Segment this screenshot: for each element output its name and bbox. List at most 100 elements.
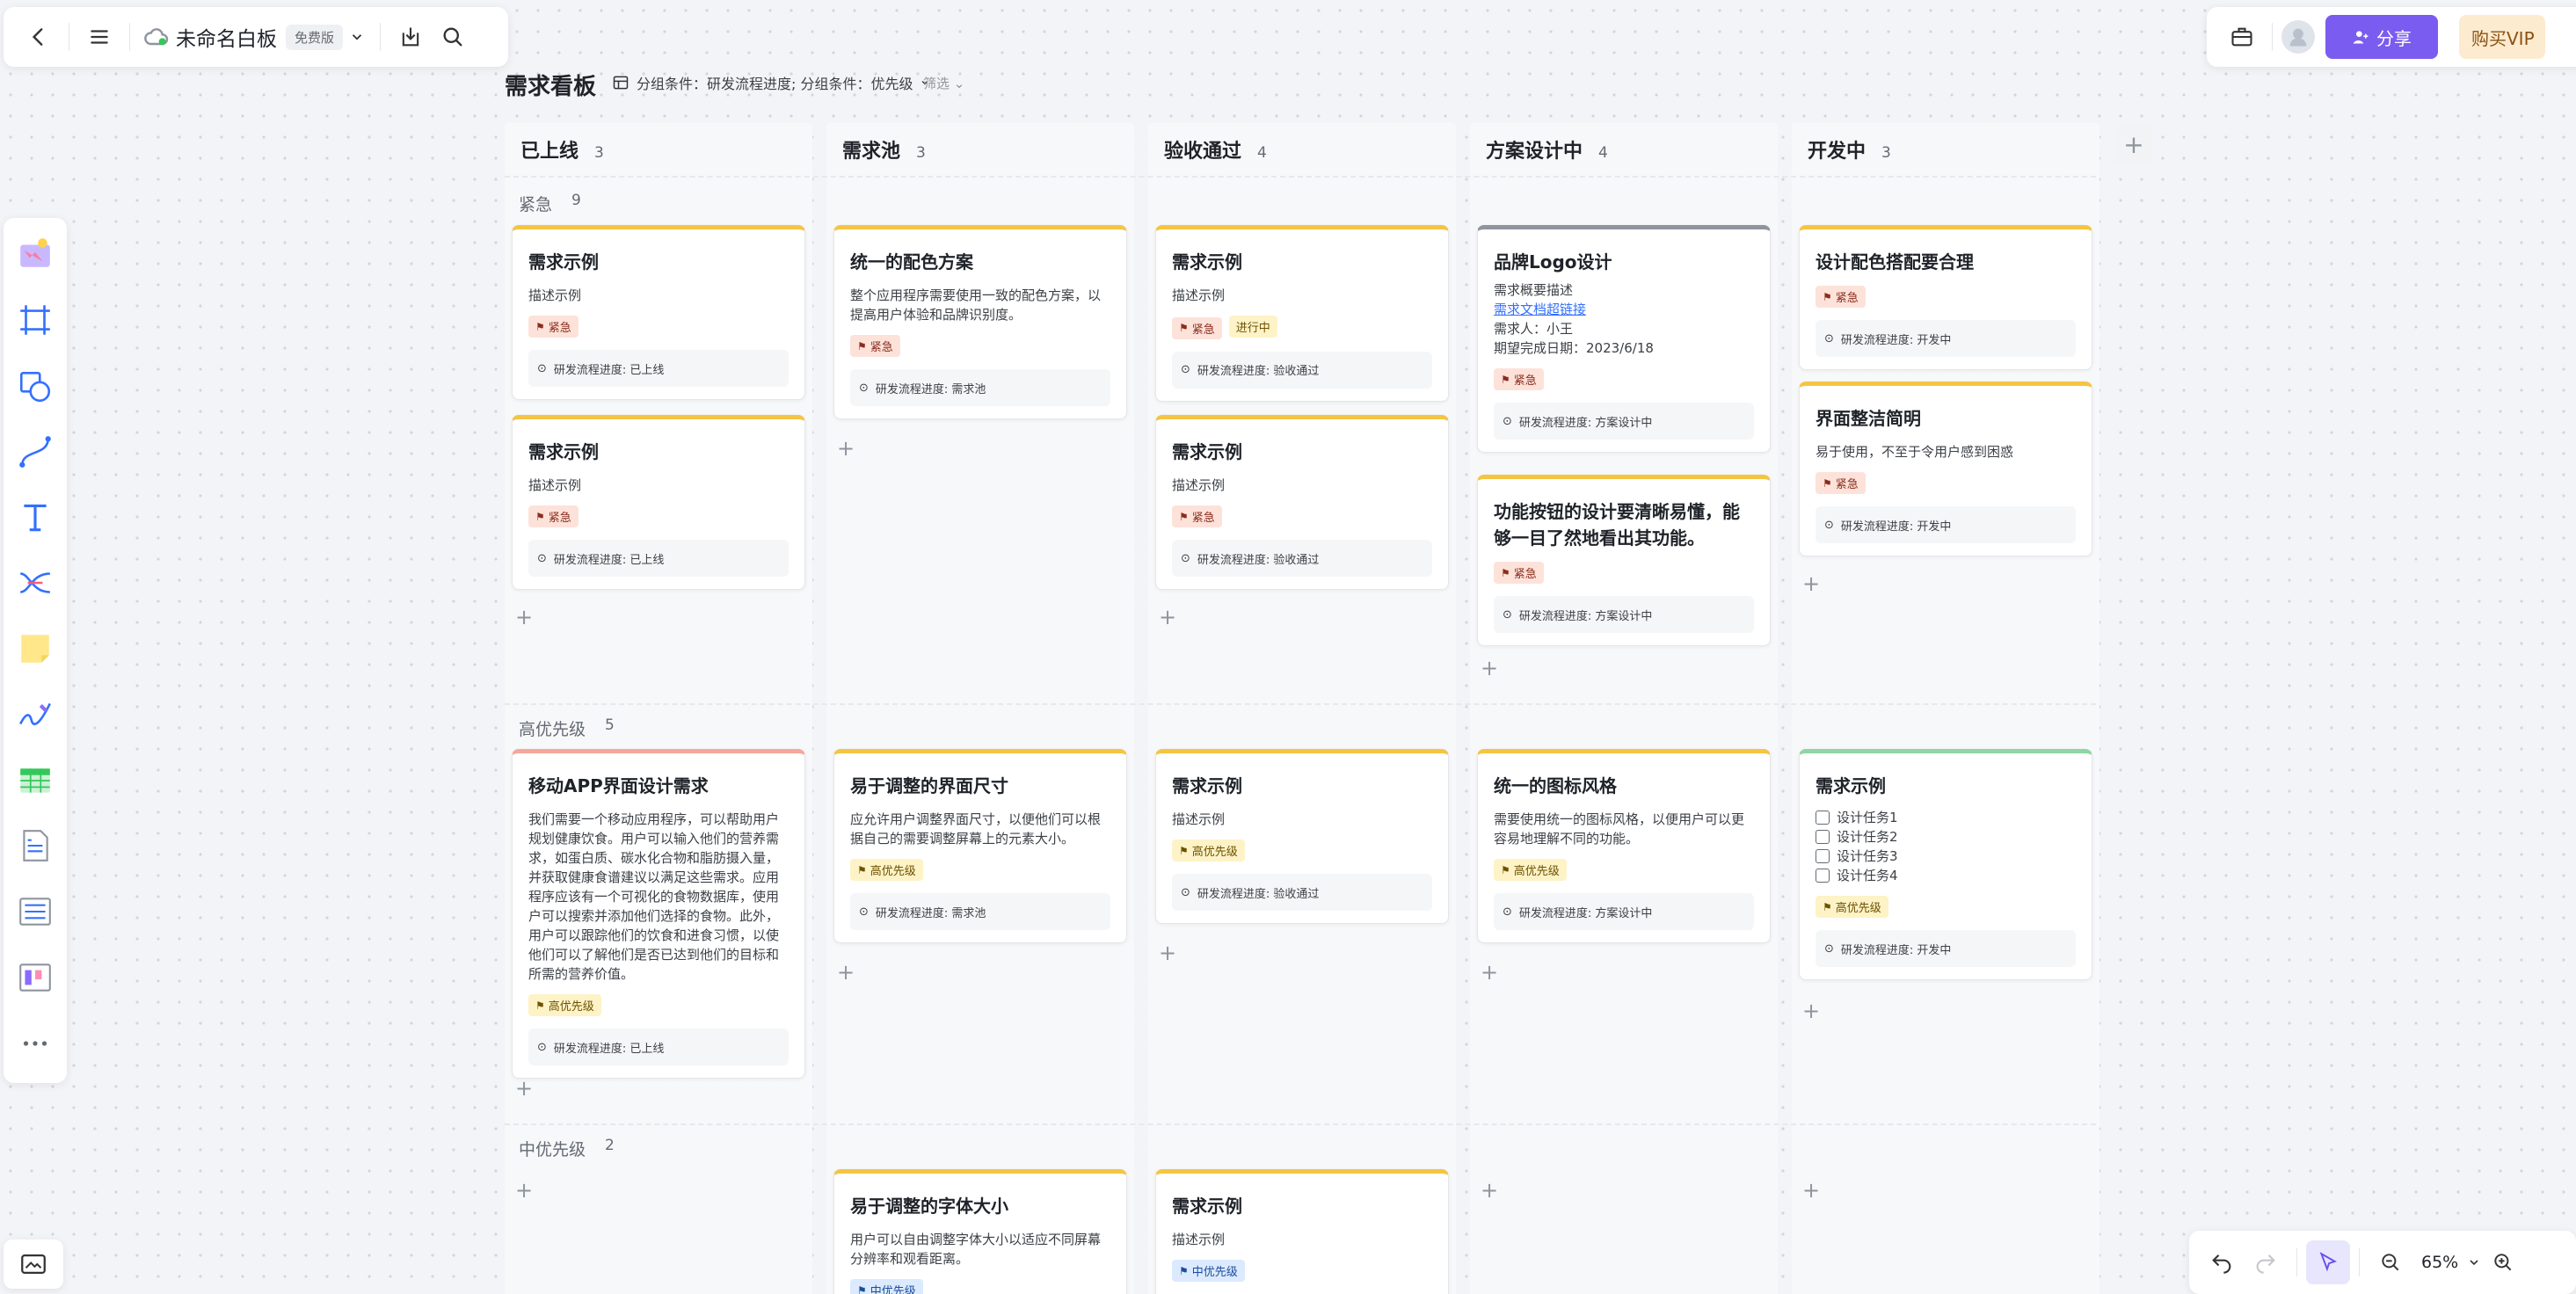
progress-field[interactable]: ⊙ 研发流程进度: 方案设计中 (1494, 596, 1754, 633)
progress-field[interactable]: ⊙ 研发流程进度: 开发中 (1816, 506, 2076, 543)
pen-tool[interactable] (11, 688, 60, 740)
checkbox[interactable] (1816, 869, 1830, 883)
card[interactable]: 需求示例 描述示例 ⚑ 紧急 ⊙ 研发流程进度: 已上线 (512, 415, 805, 590)
progress-field[interactable]: ⊙ 研发流程进度: 开发中 (1816, 930, 2076, 967)
lane-medium[interactable]: 中优先级 2 (519, 1137, 615, 1160)
avatar[interactable] (2281, 20, 2315, 54)
add-card-button[interactable]: + (1802, 571, 1820, 596)
progress-field[interactable]: ⊙ 研发流程进度: 已上线 (528, 540, 789, 577)
shape-tool[interactable] (11, 360, 60, 412)
zoom-in-button[interactable] (2481, 1240, 2525, 1284)
lane-high[interactable]: 高优先级 5 (519, 716, 615, 740)
checkbox[interactable] (1816, 849, 1830, 863)
card[interactable]: 功能按钮的设计要清晰易懂，能够一目了然地看出其功能。 ⚑ 紧急 ⊙ 研发流程进度: … (1477, 475, 1771, 646)
add-column-button[interactable]: + (2114, 125, 2153, 164)
card[interactable]: 易于调整的界面尺寸 应允许用户调整界面尺寸，以便他们可以根据自己的需要调整屏幕上… (833, 749, 1127, 943)
add-card-button[interactable]: + (1802, 1178, 1820, 1203)
card[interactable]: 统一的配色方案 整个应用程序需要使用一致的配色方案，以提高用户体验和品牌识别度。… (833, 225, 1127, 419)
download-button[interactable] (389, 16, 432, 58)
progress-field[interactable]: ⊙ 研发流程进度: 验收通过 (1172, 874, 1432, 911)
add-card-button[interactable]: + (1481, 1178, 1498, 1203)
undo-button[interactable] (2200, 1240, 2244, 1284)
add-card-button[interactable]: + (1802, 999, 1820, 1023)
add-card-button[interactable]: + (515, 1076, 533, 1101)
progress-field[interactable]: ⊙ 研发流程进度: 已上线 (528, 1029, 789, 1065)
share-button[interactable]: 分享 (2325, 15, 2438, 59)
status-tag: 进行中 (1228, 316, 1277, 338)
progress-field[interactable]: ⊙ 研发流程进度: 需求池 (850, 369, 1110, 406)
add-card-button[interactable]: + (1481, 960, 1498, 985)
column-header: 已上线 3 (520, 135, 604, 164)
text-tool[interactable] (11, 491, 60, 543)
add-card-button[interactable]: + (1159, 941, 1176, 965)
progress-field[interactable]: ⊙ 研发流程进度: 方案设计中 (1494, 403, 1754, 440)
list-tool[interactable] (11, 886, 60, 938)
card-title: 易于调整的界面尺寸 (850, 775, 1008, 796)
task-item[interactable]: 设计任务1 (1816, 808, 2076, 827)
card[interactable]: 需求示例 描述示例 ⚑ 紧急 ⊙ 研发流程进度: 已上线 (512, 225, 805, 400)
card[interactable]: 界面整洁简明 易于使用，不至于令用户感到困惑 ⚑ 紧急 ⊙ 研发流程进度: 开发中 (1799, 382, 2092, 556)
frame-tool[interactable] (11, 294, 60, 346)
card[interactable]: 需求示例 设计任务1 设计任务2 设计任务3 设计任务4 ⚑ 高优先级 ⊙ 研发流程… (1799, 749, 2092, 980)
column-title[interactable]: 方案设计中 (1486, 135, 1583, 164)
add-card-button[interactable]: + (1481, 656, 1498, 680)
toolbox-button[interactable] (2221, 16, 2263, 58)
select-tool-button[interactable] (2306, 1240, 2350, 1284)
filter-button[interactable]: 筛选 ⌄ (923, 74, 964, 92)
connector-tool[interactable] (11, 425, 60, 477)
column-title[interactable]: 需求池 (842, 135, 900, 164)
card[interactable]: 移动APP界面设计需求 我们需要一个移动应用程序，可以帮助用户规划健康饮食。用户… (512, 749, 805, 1079)
lane-count: 9 (571, 192, 581, 209)
card[interactable]: 品牌Logo设计 需求概要描述 需求文档超链接 需求人：小王 期望完成日期：20… (1477, 225, 1771, 453)
back-button[interactable] (18, 16, 60, 58)
lane-urgent[interactable]: 紧急 9 (519, 192, 581, 215)
column-title[interactable]: 已上线 (520, 135, 579, 164)
title-dropdown-button[interactable] (343, 16, 371, 58)
document-title[interactable]: 未命名白板 (176, 22, 277, 52)
kanban-tool[interactable] (11, 951, 60, 1003)
column-count: 3 (594, 144, 604, 162)
search-button[interactable] (432, 16, 474, 58)
redo-button[interactable] (2244, 1240, 2288, 1284)
group-condition[interactable]: 分组条件：研发流程进度; 分组条件：优先级 (612, 72, 930, 93)
mindmap-tool[interactable] (11, 557, 60, 609)
progress-field[interactable]: ⊙ 研发流程进度: 已上线 (528, 350, 789, 387)
add-card-button[interactable]: + (515, 1178, 533, 1203)
checkbox[interactable] (1816, 830, 1830, 844)
board-title[interactable]: 需求看板 (505, 69, 596, 101)
template-tool[interactable] (11, 229, 60, 280)
card[interactable]: 需求示例 描述示例 ⚑ 紧急 进行中 ⊙ 研发流程进度: 验收通过 (1155, 225, 1449, 402)
more-tools[interactable] (11, 1017, 60, 1069)
progress-field[interactable]: ⊙ 研发流程进度: 方案设计中 (1494, 893, 1754, 930)
add-card-button[interactable]: + (837, 436, 855, 461)
card[interactable]: 易于调整的字体大小 用户可以自由调整字体大小以适应不同屏幕分辨率和观看距离。 ⚑… (833, 1169, 1127, 1294)
progress-field[interactable]: ⊙ 研发流程进度: 需求池 (850, 893, 1110, 930)
card[interactable]: 需求示例 描述示例 ⚑ 高优先级 ⊙ 研发流程进度: 验收通过 (1155, 749, 1449, 924)
add-card-button[interactable]: + (837, 960, 855, 985)
progress-field[interactable]: ⊙ 研发流程进度: 验收通过 (1172, 351, 1432, 389)
chevron-down-icon[interactable] (2467, 1255, 2481, 1269)
column-title[interactable]: 开发中 (1808, 135, 1866, 164)
table-tool[interactable] (11, 754, 60, 806)
zoom-level[interactable]: 65% (2421, 1253, 2458, 1272)
checkbox[interactable] (1816, 811, 1830, 825)
card[interactable]: 设计配色搭配要合理 ⚑ 紧急 ⊙ 研发流程进度: 开发中 (1799, 225, 2092, 370)
progress-field[interactable]: ⊙ 研发流程进度: 验收通过 (1172, 540, 1432, 577)
task-item[interactable]: 设计任务2 (1816, 827, 2076, 847)
sticky-note-tool[interactable] (11, 623, 60, 675)
minimap-button[interactable] (4, 1239, 63, 1289)
menu-button[interactable] (78, 16, 120, 58)
buy-vip-button[interactable]: 购买VIP (2459, 15, 2545, 59)
column-title[interactable]: 验收通过 (1164, 135, 1241, 164)
add-card-button[interactable]: + (515, 605, 533, 629)
add-card-button[interactable]: + (1159, 605, 1176, 629)
zoom-out-button[interactable] (2369, 1240, 2412, 1284)
requirement-doc-link[interactable]: 需求文档超链接 (1494, 300, 1754, 319)
task-item[interactable]: 设计任务4 (1816, 866, 2076, 885)
progress-field[interactable]: ⊙ 研发流程进度: 开发中 (1816, 320, 2076, 357)
document-tool[interactable] (11, 820, 60, 872)
card[interactable]: 需求示例 描述示例 ⚑ 中优先级 (1155, 1169, 1449, 1294)
card[interactable]: 需求示例 描述示例 ⚑ 紧急 ⊙ 研发流程进度: 验收通过 (1155, 415, 1449, 590)
card[interactable]: 统一的图标风格 需要使用统一的图标风格，以便用户可以更容易地理解不同的功能。 ⚑… (1477, 749, 1771, 943)
task-item[interactable]: 设计任务3 (1816, 847, 2076, 866)
